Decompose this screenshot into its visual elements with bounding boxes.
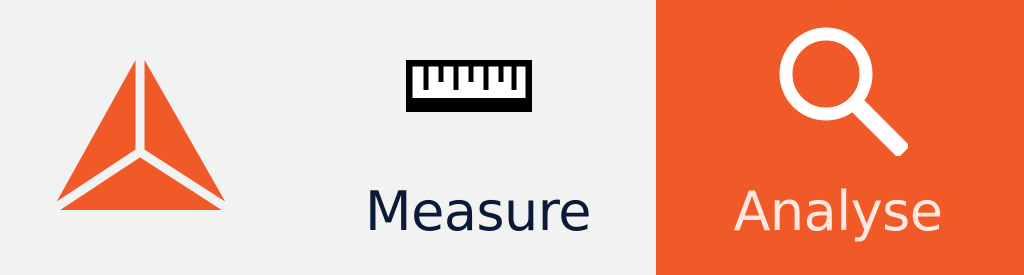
ruler-icon bbox=[406, 60, 532, 112]
measure-label: Measure bbox=[365, 180, 592, 243]
triangle-logo-icon bbox=[47, 47, 235, 215]
analyse-label: Analyse bbox=[733, 180, 943, 243]
ribbon-toolbar: Measure Analyse bbox=[0, 0, 1024, 275]
analyse-button[interactable]: Analyse bbox=[656, 0, 1024, 275]
magnifier-icon bbox=[779, 27, 908, 156]
measure-button[interactable]: Measure bbox=[330, 0, 656, 275]
